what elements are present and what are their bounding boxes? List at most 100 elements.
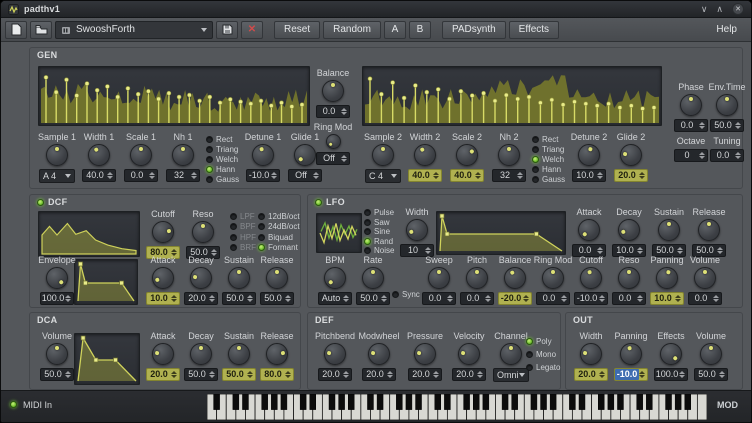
- spin-arrows-icon[interactable]: [597, 247, 605, 254]
- def-pressure-knob[interactable]: [414, 343, 436, 365]
- spin-arrows-icon[interactable]: [433, 172, 441, 179]
- save-preset-button[interactable]: [216, 21, 238, 39]
- lfo-panning-knob[interactable]: [656, 267, 678, 289]
- lfo-envelope-display[interactable]: [436, 211, 566, 255]
- spin-arrows-icon[interactable]: [717, 247, 725, 254]
- delete-preset-button[interactable]: ✕: [241, 21, 263, 39]
- gen-ringmod-knob[interactable]: [326, 134, 341, 149]
- maximize-icon[interactable]: ∧: [716, 4, 723, 15]
- mod-label[interactable]: MOD: [717, 400, 738, 410]
- dcf-cutoff-knob[interactable]: [152, 221, 174, 243]
- lfo-sync-checkbox[interactable]: Sync: [392, 289, 420, 299]
- def-mode-option-legato[interactable]: Legato: [526, 361, 560, 374]
- dcf-release-spinbox[interactable]: 50.0: [260, 292, 294, 305]
- gen-scale2-spinbox[interactable]: 40.0: [450, 169, 484, 182]
- dcf-sustain-knob[interactable]: [228, 267, 250, 289]
- out-volume-knob[interactable]: [700, 343, 722, 365]
- gen-width1-knob[interactable]: [88, 144, 110, 166]
- dcf-slope-option-formant[interactable]: Formant: [258, 243, 300, 254]
- def-mode-option-poly[interactable]: Poly: [526, 335, 560, 348]
- gen-nh2-knob[interactable]: [498, 144, 520, 166]
- dca-volume-spinbox[interactable]: 50.0: [40, 368, 74, 381]
- dcf-envelope-spinbox[interactable]: 100.0: [40, 292, 74, 305]
- spin-arrows-icon[interactable]: [285, 371, 293, 378]
- def-channel-knob[interactable]: [500, 343, 522, 365]
- dca-decay-spinbox[interactable]: 50.0: [184, 368, 218, 381]
- open-preset-button[interactable]: [30, 21, 52, 39]
- dcf-envelope-knob[interactable]: [46, 267, 68, 289]
- lfo-volume-spinbox[interactable]: 0.0: [688, 292, 722, 305]
- gen-sample1-select[interactable]: A 4: [39, 169, 75, 183]
- spin-arrows-icon[interactable]: [485, 295, 493, 302]
- spin-arrows-icon[interactable]: [639, 172, 647, 179]
- lfo-bpm-spinbox[interactable]: Auto: [318, 292, 352, 305]
- gen-balance-spinbox[interactable]: 0.0: [316, 105, 350, 118]
- dcf-attack-spinbox[interactable]: 10.0: [146, 292, 180, 305]
- dcf-reso-knob[interactable]: [192, 221, 214, 243]
- gen-width1-spinbox[interactable]: 40.0: [82, 169, 116, 182]
- lfo-ringmod-knob[interactable]: [542, 267, 564, 289]
- spin-arrows-icon[interactable]: [313, 172, 321, 179]
- dcf-type-option-hpf[interactable]: HPF: [230, 232, 256, 243]
- gen-shape1-option-triang[interactable]: Triang: [206, 144, 239, 154]
- def-pitchbend-spinbox[interactable]: 20.0: [318, 368, 352, 381]
- gen-tuning-spinbox[interactable]: 0.0: [710, 149, 744, 162]
- gen-sample1-knob[interactable]: [46, 144, 68, 166]
- spin-arrows-icon[interactable]: [735, 152, 743, 159]
- tab-a-button[interactable]: A: [384, 21, 406, 39]
- lfo-rate-knob[interactable]: [362, 267, 384, 289]
- spin-arrows-icon[interactable]: [447, 295, 455, 302]
- lfo-sweep-knob[interactable]: [428, 267, 450, 289]
- out-panning-knob[interactable]: [620, 343, 642, 365]
- lfo-shape-option-noise[interactable]: Noise: [364, 246, 394, 256]
- lfo-panning-spinbox[interactable]: 10.0: [650, 292, 684, 305]
- lfo-shape-option-rand[interactable]: Rand: [364, 237, 394, 247]
- spin-arrows-icon[interactable]: [637, 247, 645, 254]
- lfo-width-knob[interactable]: [406, 219, 428, 241]
- dcf-decay-spinbox[interactable]: 20.0: [184, 292, 218, 305]
- spin-arrows-icon[interactable]: [719, 371, 727, 378]
- titlebar[interactable]: padthv1 ∨ ∧ ✕: [1, 1, 751, 18]
- spin-arrows-icon[interactable]: [381, 295, 389, 302]
- lfo-sustain-knob[interactable]: [658, 219, 680, 241]
- reset-button[interactable]: Reset: [274, 21, 320, 39]
- gen-detune1-spinbox[interactable]: -10.0: [246, 169, 280, 182]
- spin-arrows-icon[interactable]: [171, 295, 179, 302]
- def-pitchbend-knob[interactable]: [324, 343, 346, 365]
- lfo-led[interactable]: [315, 199, 322, 206]
- random-button[interactable]: Random: [323, 21, 381, 39]
- gen-spectrum1-display[interactable]: [38, 66, 310, 126]
- spin-arrows-icon[interactable]: [209, 371, 217, 378]
- dca-sustain-knob[interactable]: [228, 343, 250, 365]
- lfo-cutoff-knob[interactable]: [580, 267, 602, 289]
- gen-shape2-option-rect[interactable]: Rect: [532, 134, 565, 144]
- spin-arrows-icon[interactable]: [679, 371, 687, 378]
- gen-shape1-option-welch[interactable]: Welch: [206, 154, 239, 164]
- gen-detune2-knob[interactable]: [578, 144, 600, 166]
- spin-arrows-icon[interactable]: [699, 152, 707, 159]
- gen-width2-knob[interactable]: [414, 144, 436, 166]
- spin-arrows-icon[interactable]: [247, 371, 255, 378]
- lfo-pitch-spinbox[interactable]: 0.0: [460, 292, 494, 305]
- gen-glide1-spinbox[interactable]: Off: [288, 169, 322, 182]
- gen-shape1-option-rect[interactable]: Rect: [206, 134, 239, 144]
- spin-arrows-icon[interactable]: [713, 295, 721, 302]
- lfo-sweep-spinbox[interactable]: 0.0: [422, 292, 456, 305]
- spin-arrows-icon[interactable]: [107, 172, 115, 179]
- gen-envtime-knob[interactable]: [716, 94, 738, 116]
- effects-button[interactable]: Effects: [509, 21, 559, 39]
- padsynth-button[interactable]: PADsynth: [442, 21, 506, 39]
- dcf-filter-display[interactable]: [38, 211, 140, 257]
- dcf-type-option-brf[interactable]: BRF: [230, 243, 256, 254]
- spin-arrows-icon[interactable]: [433, 371, 441, 378]
- lfo-pitch-knob[interactable]: [466, 267, 488, 289]
- lfo-balance-spinbox[interactable]: -20.0: [498, 292, 532, 305]
- gen-balance-knob[interactable]: [322, 80, 344, 102]
- spin-arrows-icon[interactable]: [171, 371, 179, 378]
- spin-arrows-icon[interactable]: [285, 295, 293, 302]
- gen-spectrum2-display[interactable]: [362, 66, 662, 126]
- spin-arrows-icon[interactable]: [677, 247, 685, 254]
- gen-shape1-option-hann[interactable]: Hann: [206, 164, 239, 174]
- dcf-type-option-lpf[interactable]: LPF: [230, 211, 256, 222]
- help-button[interactable]: Help: [706, 21, 747, 39]
